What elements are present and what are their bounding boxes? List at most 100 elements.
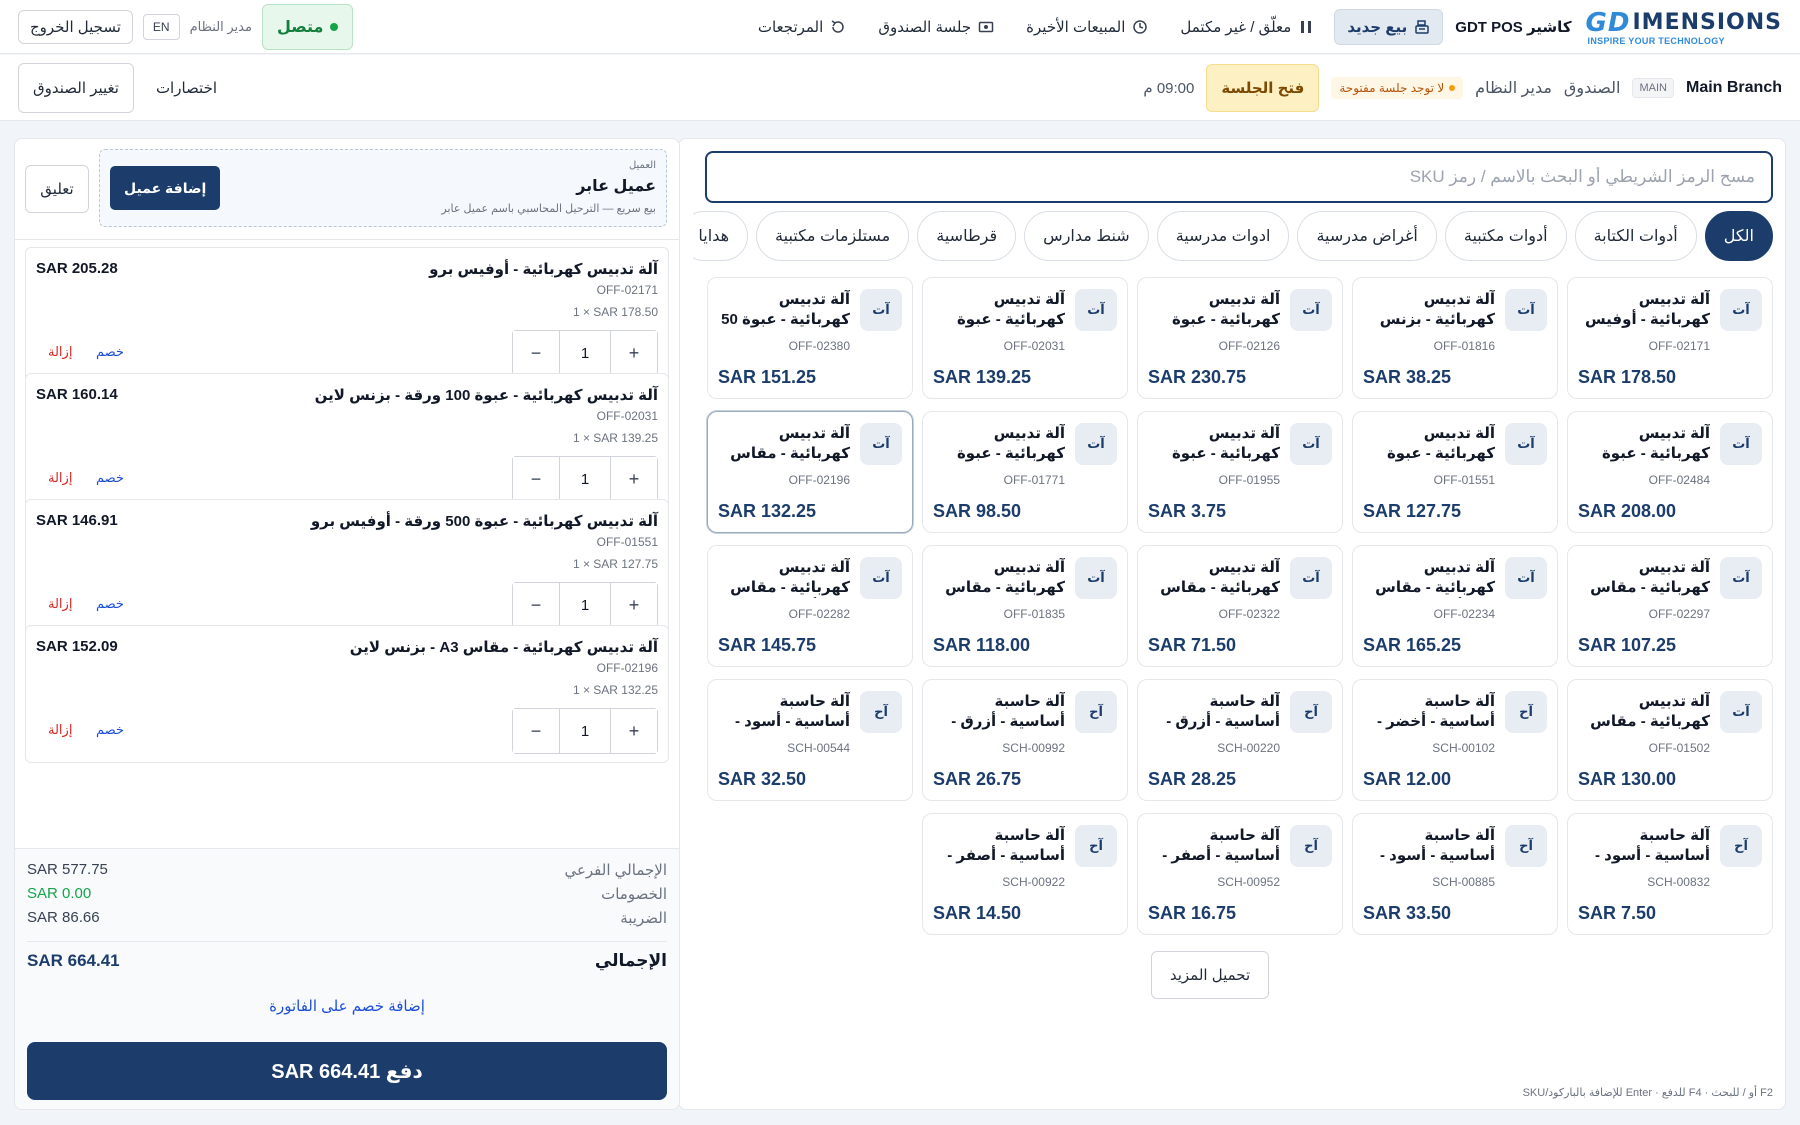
category-tab[interactable]: ادوات مدرسية (1156, 211, 1290, 261)
product-name: آلة حاسبة أساسية - أصفر - المبدع... (1162, 827, 1280, 864)
session-user: مدير النظام (1475, 79, 1552, 97)
pay-button[interactable]: دفع SAR 664.41 (27, 1042, 667, 1100)
quantity-value[interactable]: 1 (559, 583, 611, 627)
product-card[interactable]: آح آلة حاسبة أساسية - أزرق - المتفوق -...… (1137, 679, 1343, 801)
quantity-stepper: −1 + (512, 330, 658, 376)
product-card[interactable]: آت آلة تدبيس كهربائية - مقاس A4 - المهني O… (1137, 545, 1343, 667)
product-card[interactable]: آت آلة تدبيس كهربائية - مقاس A4 - أوفي...… (1352, 545, 1558, 667)
category-tab[interactable]: الكل (1704, 211, 1773, 261)
product-card[interactable]: آح آلة حاسبة أساسية - أسود - المبدع... SCH… (1567, 813, 1773, 935)
product-card[interactable]: آح آلة حاسبة أساسية - أزرق - المدرسة الأو… (922, 679, 1128, 801)
cart-line: آلة تدبيس كهربائية - أوفيس برو SAR 205.28… (25, 247, 669, 385)
line-discount-button[interactable]: خصم (96, 722, 124, 738)
product-name: آلة تدبيس كهربائية - مقاس A4 (1590, 559, 1710, 596)
open-session-button[interactable]: فتح الجلسة (1206, 63, 1320, 112)
product-card[interactable]: آت آلة تدبيس كهربائية - عبوة 500 ورقة -..… (1137, 411, 1343, 533)
quantity-value[interactable]: 1 (559, 457, 611, 501)
cart-panel: تعليق العميل عميل عابر بيع سريع — الترحي… (14, 138, 680, 1110)
main-nav: بيع جديد معلّق / غير مكتمل المبيعات الأخ… (746, 8, 1444, 45)
product-card[interactable]: آت آلة تدبيس كهربائية - عبوة 500 ورقة OFF-… (1567, 411, 1773, 533)
line-remove-button[interactable]: إزالة (48, 722, 72, 738)
hold-sale-button[interactable]: تعليق (25, 165, 89, 213)
increase-qty-button[interactable]: + (611, 583, 657, 627)
product-card[interactable]: آت آلة تدبيس كهربائية - بزنس لاين OFF-0181… (1352, 277, 1558, 399)
line-discount-button[interactable]: خصم (96, 470, 124, 486)
new-sale-button[interactable]: بيع جديد (1334, 8, 1444, 45)
category-tab[interactable]: مستلزمات مكتبية (756, 211, 910, 261)
product-card[interactable]: آت آلة تدبيس كهربائية - عبوة 50 ورقة OFF-0… (707, 277, 913, 399)
product-card[interactable]: آت آلة تدبيس كهربائية - عبوة 100 ورقة -..… (922, 277, 1128, 399)
decrease-qty-button[interactable]: − (513, 457, 559, 501)
product-price: SAR 14.50 (933, 903, 1022, 923)
category-tab[interactable]: أدوات مكتبية (1444, 211, 1567, 261)
register-label: الصندوق (1563, 79, 1621, 97)
product-name: آلة تدبيس كهربائية - بزنس لاين (1379, 291, 1495, 328)
topbar-status: متصل مدير النظام EN تسجيل الخروج (18, 3, 354, 50)
product-initials: آح (1290, 825, 1332, 867)
cash-session-button[interactable]: جلسة الصندوق (866, 10, 1006, 44)
product-search[interactable] (705, 151, 1773, 203)
product-sku: OFF-02297 (1648, 607, 1710, 621)
product-sku: OFF-01955 (1218, 473, 1280, 487)
product-card[interactable]: آح آلة حاسبة أساسية - أصفر - المتفوق -...… (922, 813, 1128, 935)
increase-qty-button[interactable]: + (611, 331, 657, 375)
logout-button[interactable]: تسجيل الخروج (18, 9, 133, 44)
decrease-qty-button[interactable]: − (513, 331, 559, 375)
cart-line: آلة تدبيس كهربائية - عبوة 100 ورقة - بزن… (25, 373, 669, 511)
category-tab[interactable]: أغراض مدرسية (1297, 211, 1437, 261)
returns-button[interactable]: المرتجعات (746, 10, 858, 44)
quantity-value[interactable]: 1 (559, 331, 611, 375)
product-card[interactable]: آح آلة حاسبة أساسية - أصفر - المبدع... SCH… (1137, 813, 1343, 935)
product-name: آلة تدبيس كهربائية - عبوة 500 ورقة -... (1171, 425, 1280, 462)
quantity-value[interactable]: 1 (559, 709, 611, 753)
line-remove-button[interactable]: إزالة (48, 596, 72, 612)
hold-sales-button[interactable]: معلّق / غير مكتمل (1168, 10, 1326, 44)
line-discount-button[interactable]: خصم (96, 596, 124, 612)
line-item-sku: OFF-02196 (596, 661, 658, 675)
category-tab[interactable]: هدايا (693, 211, 749, 261)
line-discount-button[interactable]: خصم (96, 344, 124, 360)
increase-qty-button[interactable]: + (611, 457, 657, 501)
product-card[interactable]: آح آلة حاسبة أساسية - أخضر - المدرسة... SC… (1352, 679, 1558, 801)
online-label: متصل (276, 18, 324, 36)
product-initials: آت (1075, 423, 1117, 465)
product-card[interactable]: آت آلة تدبيس كهربائية - مقاس A4 - بزنس...… (922, 545, 1128, 667)
decrease-qty-button[interactable]: − (513, 709, 559, 753)
line-remove-button[interactable]: إزالة (48, 344, 72, 360)
product-card[interactable]: آت آلة تدبيس كهربائية - أوفيس برو OFF-0217… (1567, 277, 1773, 399)
decrease-qty-button[interactable]: − (513, 583, 559, 627)
product-card[interactable]: آح آلة حاسبة أساسية - أسود - قلم الإبداع.… (1352, 813, 1558, 935)
line-item-name: آلة تدبيس كهربائية - مقاس A3 - بزنس لاين (349, 639, 658, 656)
line-item-sku: OFF-01551 (596, 535, 658, 549)
category-tab[interactable]: شنط مدارس (1024, 211, 1149, 261)
product-card[interactable]: آت آلة تدبيس كهربائية - عبوة 100 ورقة -..… (1137, 277, 1343, 399)
branch-name: Main Branch (1685, 78, 1782, 96)
change-register-button[interactable]: تغيير الصندوق (18, 62, 134, 113)
recent-sales-button[interactable]: المبيعات الأخيرة (1014, 10, 1160, 44)
product-card[interactable]: آت آلة تدبيس كهربائية - مقاس A3 - بزنس...… (707, 411, 913, 533)
product-card[interactable]: آت آلة تدبيس كهربائية - مقاس A4 OFF-02297 S… (1567, 545, 1773, 667)
product-name: آلة تدبيس كهربائية - عبوة 500 ورقة (1601, 425, 1710, 462)
product-card[interactable]: آح آلة حاسبة أساسية - أسود - المبدع... SCH… (707, 679, 913, 801)
search-input[interactable] (723, 167, 1755, 187)
product-card[interactable]: آت آلة تدبيس كهربائية - عبوة 500 ورقة -..… (1352, 411, 1558, 533)
product-name: آلة حاسبة أساسية - أزرق - المدرسة الأو..… (951, 693, 1065, 730)
product-price: SAR 230.75 (1148, 367, 1247, 387)
invoice-discount-link[interactable]: إضافة خصم على الفاتورة (15, 997, 679, 1015)
status-dot (330, 22, 339, 31)
category-tab[interactable]: قرطاسية (917, 211, 1017, 261)
product-price: SAR 28.25 (1148, 769, 1237, 789)
line-item-unit-price: 1 × SAR 127.75 (572, 557, 658, 571)
load-more-button[interactable]: تحميل المزيد (1151, 951, 1269, 999)
product-card[interactable]: آت آلة تدبيس كهربائية - عبوة 500 ورقة -..… (922, 411, 1128, 533)
product-card[interactable]: آت آلة تدبيس كهربائية - مقاس A5 - المهني O… (1567, 679, 1773, 801)
category-tab[interactable]: أدوات الكتابة (1574, 211, 1697, 261)
add-customer-button[interactable]: إضافة عميل (110, 166, 221, 210)
language-toggle[interactable]: EN (142, 13, 180, 40)
line-item-unit-price: 1 × SAR 178.50 (572, 305, 658, 319)
cart-line: آلة تدبيس كهربائية - مقاس A3 - بزنس لاين… (25, 625, 669, 763)
shortcuts-button[interactable]: اختصارات (144, 71, 229, 105)
increase-qty-button[interactable]: + (611, 709, 657, 753)
product-card[interactable]: آت آلة تدبيس كهربائية - مقاس A5 - أوفي...… (707, 545, 913, 667)
line-remove-button[interactable]: إزالة (48, 470, 72, 486)
